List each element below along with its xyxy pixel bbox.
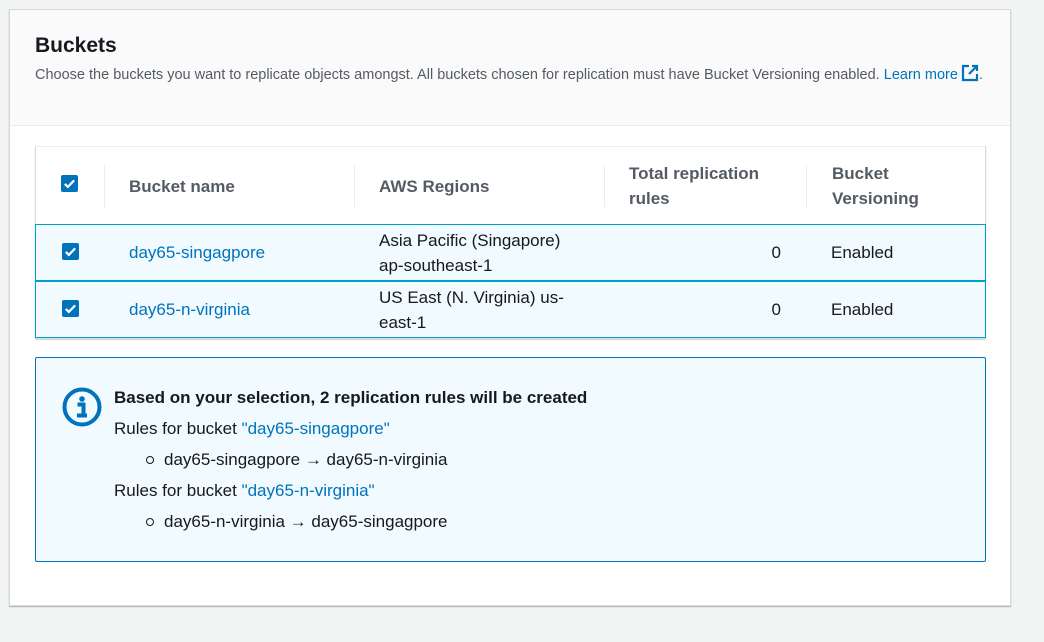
rule-list: day65-n-virginia → day65-singagpore <box>146 506 587 537</box>
total-rules-cell: 0 <box>771 300 781 319</box>
rule-item: day65-n-virginia → day65-singagpore <box>146 506 587 537</box>
alert-title: Based on your selection, 2 replication r… <box>114 388 588 407</box>
region-name: Asia Pacific (Singapore) <box>379 230 561 250</box>
region-code: ap-southeast-1 <box>379 255 493 275</box>
check-icon <box>64 179 75 189</box>
column-header-total-replication-rules[interactable]: Total replication rules <box>629 147 799 225</box>
column-separator <box>806 165 807 207</box>
info-alert: Based on your selection, 2 replication r… <box>35 357 986 562</box>
rule-group-bucket-link[interactable]: "day65-singagpore" <box>242 419 390 438</box>
description-text: Choose the buckets you want to replicate… <box>35 67 880 83</box>
total-rules-cell: 0 <box>771 243 781 262</box>
rule-list: day65-singagpore → day65-n-virginia <box>146 444 587 475</box>
check-icon <box>65 304 76 314</box>
column-separator <box>104 165 105 207</box>
row-checkbox[interactable] <box>62 243 79 260</box>
learn-more-suffix: . <box>978 67 983 83</box>
external-link-icon <box>961 64 979 82</box>
learn-more-label: Learn more <box>883 67 958 83</box>
buckets-table: Bucket name AWS Regions Total replicatio… <box>35 146 986 339</box>
column-header-bucket-name[interactable]: Bucket name <box>129 147 349 225</box>
learn-more-link[interactable]: Learn more <box>883 64 979 83</box>
bucket-name-link[interactable]: day65-n-virginia <box>129 282 250 337</box>
column-separator <box>604 165 605 207</box>
rule-group-prefix: Rules for bucket <box>114 481 242 500</box>
table-header: Bucket name AWS Regions Total replicatio… <box>36 147 985 225</box>
region-name: US East (N. Virginia) us- <box>379 287 564 307</box>
rule-group-heading: Rules for bucket "day65-n-virginia" <box>114 475 587 506</box>
column-header-aws-regions[interactable]: AWS Regions <box>379 147 599 225</box>
panel-description: Choose the buckets you want to replicate… <box>35 64 985 85</box>
info-icon <box>62 387 102 427</box>
rule-group-prefix: Rules for bucket <box>114 419 242 438</box>
check-icon <box>65 247 76 257</box>
column-separator <box>354 165 355 207</box>
aws-region-cell: US East (N. Virginia) us- east-1 <box>379 282 589 337</box>
versioning-cell: Enabled <box>831 300 894 319</box>
region-code: east-1 <box>379 312 427 332</box>
versioning-cell: Enabled <box>831 243 894 262</box>
aws-region-cell: Asia Pacific (Singapore) ap-southeast-1 <box>379 225 589 280</box>
table-row[interactable]: day65-singagpore Asia Pacific (Singapore… <box>35 224 986 281</box>
row-checkbox[interactable] <box>62 300 79 317</box>
column-header-bucket-versioning[interactable]: Bucket Versioning <box>832 147 962 225</box>
rule-group-heading: Rules for bucket "day65-singagpore" <box>114 413 587 444</box>
alert-content: Based on your selection, 2 replication r… <box>114 382 587 537</box>
select-all-checkbox[interactable] <box>61 175 78 192</box>
buckets-panel: Buckets Choose the buckets you want to r… <box>9 9 1011 606</box>
panel-title: Buckets <box>35 34 117 57</box>
rule-group-bucket-link[interactable]: "day65-n-virginia" <box>242 481 375 500</box>
rule-item: day65-singagpore → day65-n-virginia <box>146 444 587 475</box>
table-row[interactable]: day65-n-virginia US East (N. Virginia) u… <box>35 281 986 338</box>
bucket-name-link[interactable]: day65-singagpore <box>129 225 265 280</box>
panel-header: Buckets Choose the buckets you want to r… <box>10 10 1010 126</box>
